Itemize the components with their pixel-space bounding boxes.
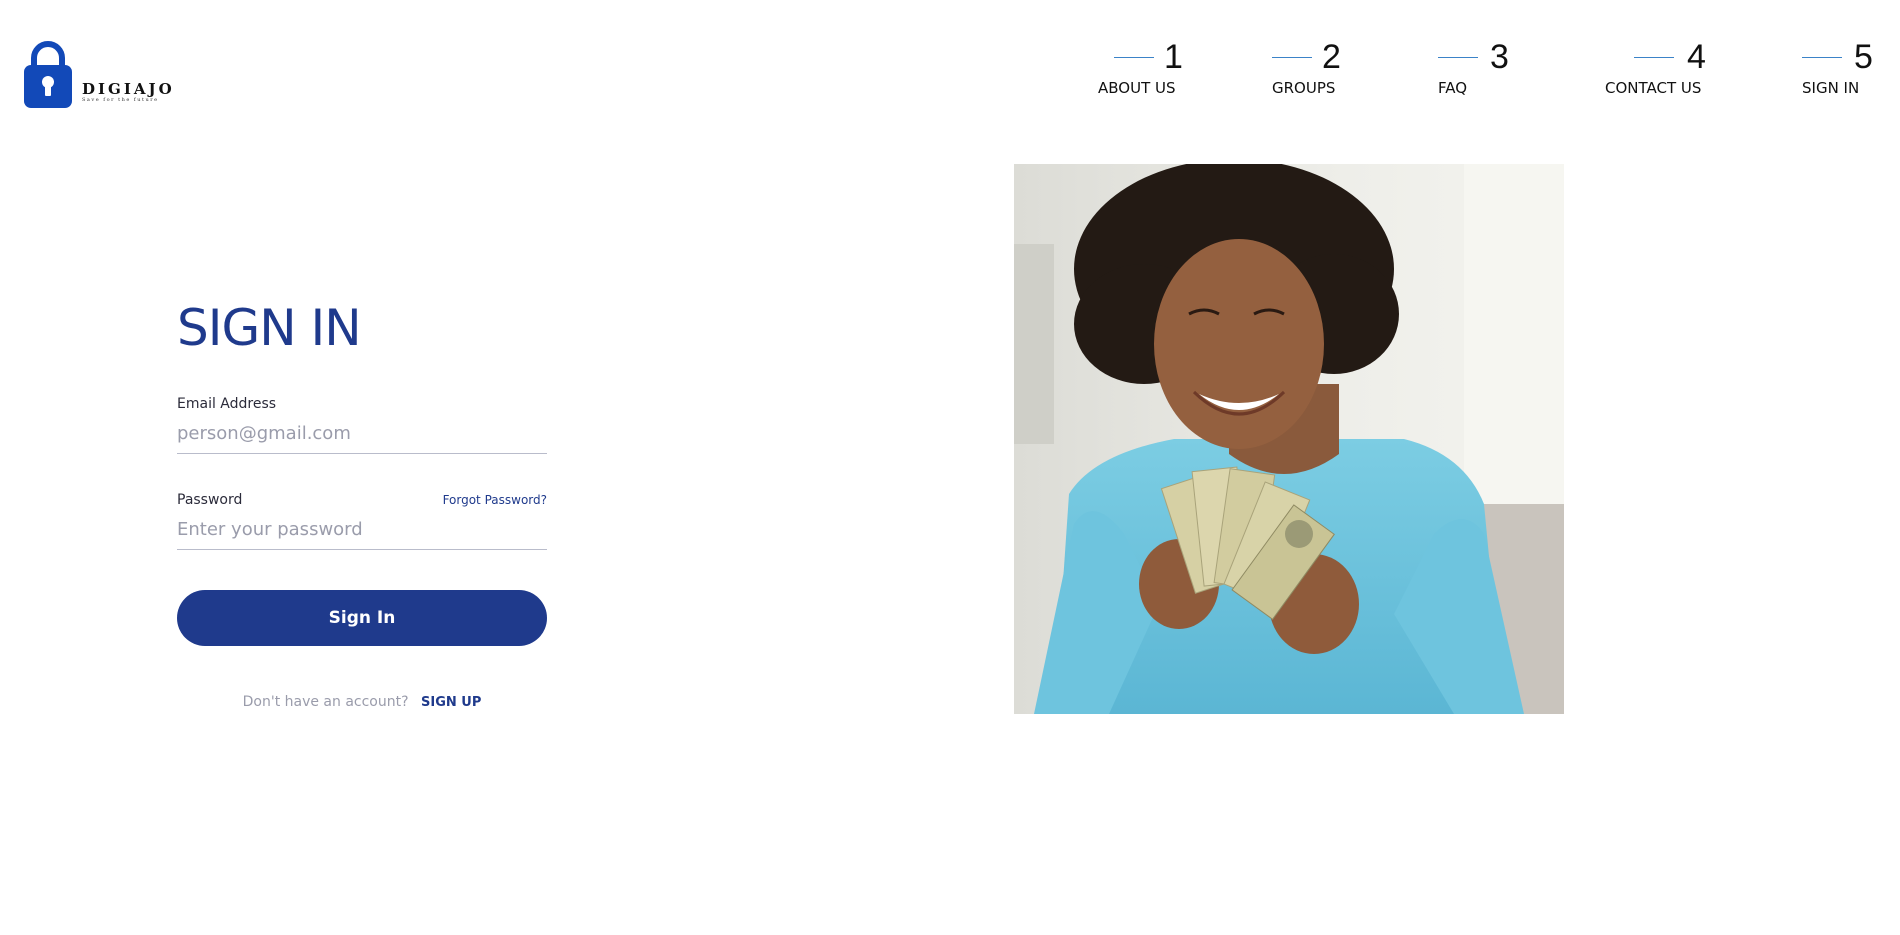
brand-name: DIGIAJO [82, 80, 175, 98]
password-label-row: Password Forgot Password? [177, 492, 547, 508]
signup-row: Don't have an account? SIGN UP [177, 694, 547, 710]
brand-tagline: Save for the future [82, 97, 159, 103]
forgot-password-link[interactable]: Forgot Password? [443, 493, 547, 507]
nav-number: 1 [1164, 38, 1183, 76]
nav-number: 4 [1687, 38, 1706, 76]
nav-label: SIGN IN [1802, 79, 1860, 97]
nav-sign-in[interactable]: 5 SIGN IN [1802, 38, 1882, 98]
nav-number: 5 [1854, 38, 1873, 76]
padlock-icon [24, 41, 72, 108]
nav-label: GROUPS [1272, 79, 1336, 97]
nav-divider-line [1802, 57, 1842, 58]
nav-number: 2 [1322, 38, 1341, 76]
email-field[interactable] [177, 414, 547, 454]
logo-text: DIGIAJO Save for the future [82, 81, 175, 104]
nav-divider-line [1634, 57, 1674, 58]
password-label: Password [177, 492, 243, 508]
nav-groups[interactable]: 2 GROUPS [1272, 38, 1362, 98]
nav-label: CONTACT US [1605, 79, 1702, 97]
nav-label: FAQ [1438, 79, 1468, 97]
page-title: SIGN IN [177, 299, 362, 357]
nav-label: ABOUT US [1098, 79, 1176, 97]
nav-divider-line [1272, 57, 1312, 58]
nav-divider-line [1114, 57, 1154, 58]
nav-about-us[interactable]: 1 ABOUT US [1098, 38, 1203, 98]
nav-number: 3 [1490, 38, 1509, 76]
logo-link[interactable]: DIGIAJO Save for the future [24, 38, 184, 108]
sign-in-button[interactable]: Sign In [177, 590, 547, 646]
email-label: Email Address [177, 396, 277, 412]
signin-form: SIGN IN Email Address Password Forgot Pa… [177, 296, 547, 710]
nav-faq[interactable]: 3 FAQ [1438, 38, 1518, 98]
password-field[interactable] [177, 510, 547, 550]
signup-prompt: Don't have an account? [242, 694, 409, 710]
nav-contact-us[interactable]: 4 CONTACT US [1605, 38, 1720, 98]
woman-with-money-illustration [1014, 164, 1564, 714]
sign-up-link[interactable]: SIGN UP [421, 695, 481, 710]
nav-divider-line [1438, 57, 1478, 58]
hero-image [1014, 164, 1564, 714]
